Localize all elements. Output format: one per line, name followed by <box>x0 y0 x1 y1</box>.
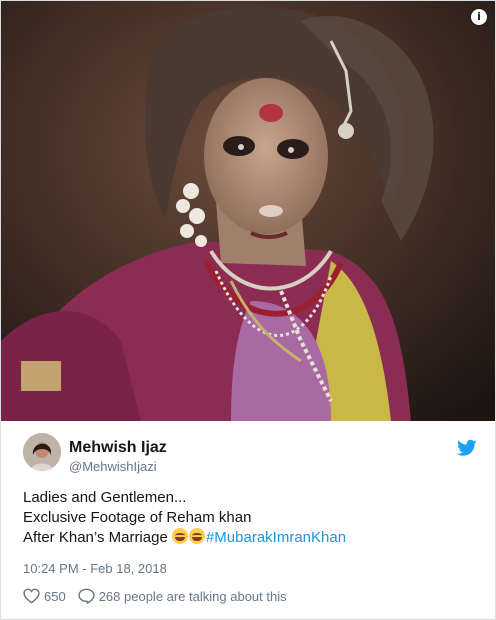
avatar-picture <box>23 433 61 471</box>
author-name[interactable]: Mehwish Ijaz <box>69 439 167 457</box>
info-icon[interactable]: i <box>471 9 487 25</box>
tweet-actions: 650 268 people are talking about this <box>23 587 287 605</box>
hashtag-link[interactable]: #MubarakImranKhan <box>206 529 346 546</box>
tweet-card: i Mehwish Ijaz @MehwishIjazi Ladies and … <box>0 0 496 620</box>
conversation-link[interactable]: 268 people are talking about this <box>99 589 287 604</box>
heart-icon[interactable] <box>23 588 40 604</box>
tweet-line: After Khan’s Marriage #MubarakImranKhan <box>23 528 463 548</box>
tweet-line-text: After Khan’s Marriage <box>23 529 168 546</box>
tweet-timestamp[interactable]: 10:24 PM - Feb 18, 2018 <box>23 561 167 576</box>
tweet-header: Mehwish Ijaz @MehwishIjazi <box>1 421 495 477</box>
tweet-line: Exclusive Footage of Reham khan <box>23 509 252 526</box>
tweet-photo[interactable]: i <box>1 1 495 421</box>
author-handle[interactable]: @MehwishIjazi <box>69 459 157 474</box>
twitter-bird-icon[interactable] <box>457 439 477 457</box>
tweet-line: Ladies and Gentlemen... <box>23 489 187 506</box>
photo-illustration <box>1 1 495 421</box>
speech-bubble-icon[interactable] <box>78 588 95 604</box>
tweet-text: Ladies and Gentlemen... Exclusive Footag… <box>23 488 463 548</box>
face-with-tears-of-joy-icon <box>171 528 188 544</box>
like-count[interactable]: 650 <box>44 589 66 604</box>
face-with-tears-of-joy-icon <box>188 528 205 544</box>
avatar[interactable] <box>23 433 61 471</box>
